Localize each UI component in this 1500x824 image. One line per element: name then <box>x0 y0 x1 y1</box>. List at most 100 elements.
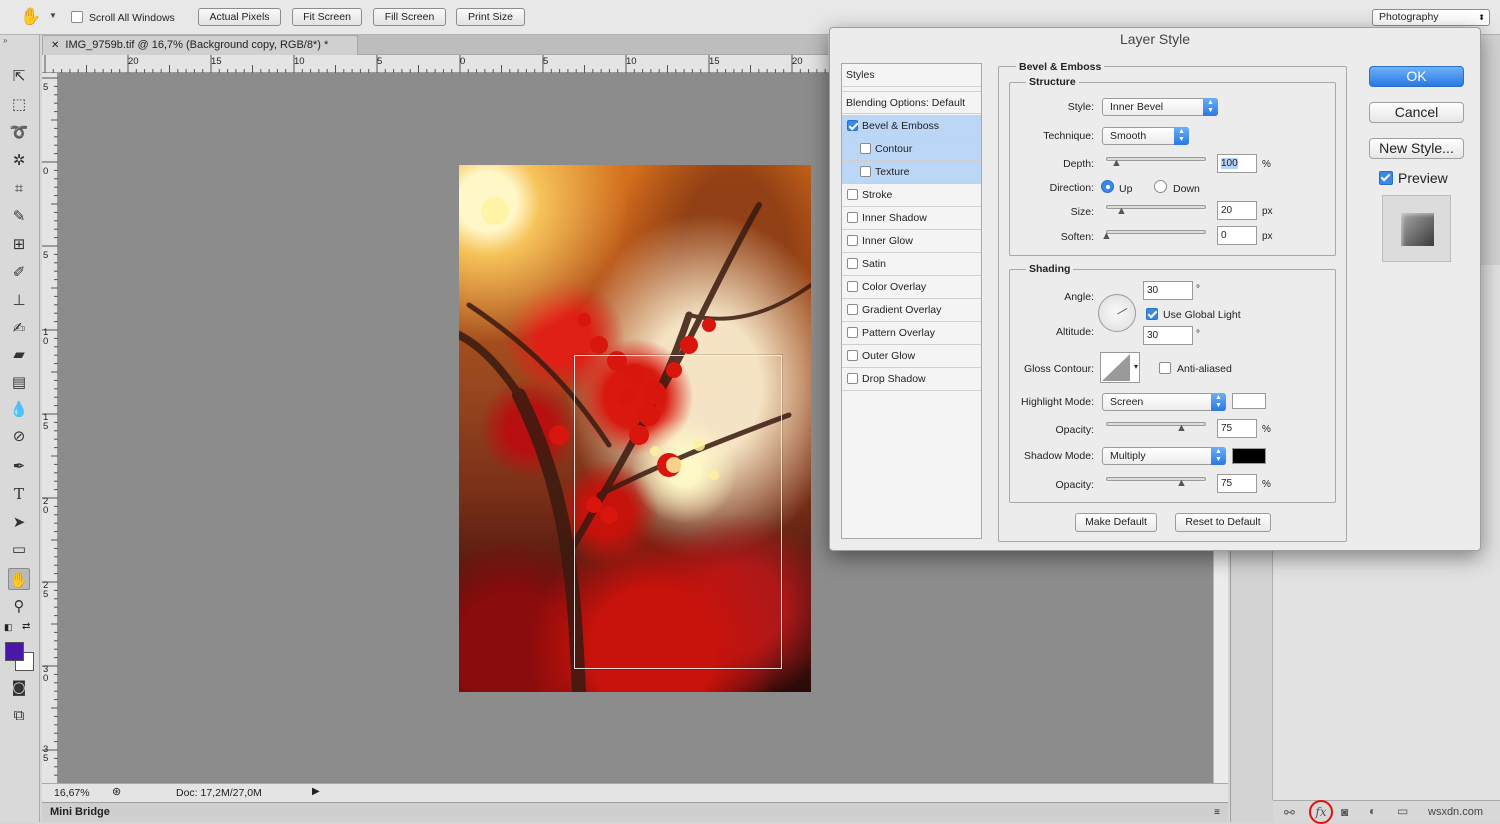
quick-select-icon[interactable]: ✲ <box>8 149 30 171</box>
soften-slider-track[interactable] <box>1106 230 1206 234</box>
hand-icon[interactable]: ✋ <box>8 568 30 590</box>
size-input[interactable]: 20 <box>1217 201 1257 220</box>
close-tab-icon[interactable]: ✕ <box>51 40 59 51</box>
depth-input[interactable]: 100 <box>1217 154 1257 173</box>
transform-selection[interactable] <box>574 355 782 669</box>
default-colors-icon[interactable]: ◧ <box>4 622 13 633</box>
move-icon[interactable]: ⇱ <box>8 65 30 87</box>
depth-slider-thumb[interactable]: ▲ <box>1111 158 1121 168</box>
satin-checkbox[interactable] <box>847 258 858 269</box>
swap-colors-icon[interactable]: ⇄ <box>22 621 30 632</box>
size-slider-thumb[interactable]: ▲ <box>1116 206 1126 216</box>
style-item-texture[interactable]: Texture <box>842 161 981 184</box>
highlight-mode-select[interactable]: Screen▲▼ <box>1102 393 1226 411</box>
soften-input[interactable]: 0 <box>1217 226 1257 245</box>
brush-icon[interactable]: ✐ <box>8 261 30 283</box>
crop-icon[interactable]: ⌗ <box>8 177 30 199</box>
adjustment-layer-icon[interactable]: ◐ <box>1369 804 1376 818</box>
zoom-level[interactable]: 16,67% <box>54 787 90 799</box>
foreground-color-swatch[interactable] <box>5 642 24 661</box>
stamp-icon[interactable]: ⊥ <box>8 289 30 311</box>
marquee-icon[interactable]: ⬚ <box>8 93 30 115</box>
pen-icon[interactable]: ✒ <box>8 455 30 477</box>
shadow-color-swatch[interactable] <box>1232 448 1266 464</box>
lasso-icon[interactable]: ➰ <box>8 121 30 143</box>
style-item-color-overlay[interactable]: Color Overlay <box>842 276 981 299</box>
type-icon[interactable]: T <box>8 483 30 505</box>
drop-shadow-checkbox[interactable] <box>847 373 858 384</box>
dodge-icon[interactable]: ⊘ <box>8 425 30 447</box>
hand-tool-preset-icon[interactable]: ✋ <box>20 7 41 27</box>
make-default-button[interactable]: Make Default <box>1075 513 1157 532</box>
gloss-contour-picker[interactable]: ▾ <box>1100 352 1140 383</box>
angle-input[interactable]: 30 <box>1143 281 1193 300</box>
gradient-icon[interactable]: ▤ <box>8 371 30 393</box>
angle-dial[interactable] <box>1098 294 1136 332</box>
bevel-style-select[interactable]: Inner Bevel▲▼ <box>1102 98 1218 116</box>
anti-aliased-checkbox[interactable] <box>1159 362 1171 374</box>
technique-select[interactable]: Smooth▲▼ <box>1102 127 1189 145</box>
style-item-inner-shadow[interactable]: Inner Shadow <box>842 207 981 230</box>
preview-info-icon[interactable]: ⊛ <box>112 785 121 798</box>
shadow-mode-select[interactable]: Multiply▲▼ <box>1102 447 1226 465</box>
style-item-drop-shadow[interactable]: Drop Shadow <box>842 368 981 391</box>
blur-icon[interactable]: 💧 <box>8 398 30 420</box>
fit-screen-button[interactable]: Fit Screen <box>292 8 362 26</box>
document-tab[interactable]: ✕IMG_9759b.tif @ 16,7% (Background copy,… <box>42 35 358 55</box>
new-group-icon[interactable]: ▭ <box>1397 804 1408 818</box>
panel-collapse-icon[interactable]: » <box>3 36 7 45</box>
quick-mask-icon[interactable]: ◙ <box>8 676 30 698</box>
scroll-all-windows-checkbox[interactable] <box>71 11 83 23</box>
direction-down-radio[interactable] <box>1154 180 1167 193</box>
ok-button[interactable]: OK <box>1369 66 1464 87</box>
cancel-button[interactable]: Cancel <box>1369 102 1464 123</box>
screen-mode-icon[interactable]: ⧉ <box>8 704 30 726</box>
fx-button[interactable]: fx <box>1309 800 1333 824</box>
stroke-checkbox[interactable] <box>847 189 858 200</box>
shape-icon[interactable]: ▭ <box>8 538 30 560</box>
link-layers-icon[interactable]: ⚯ <box>1284 805 1295 821</box>
panel-menu-icon[interactable]: ≡ <box>1214 803 1220 822</box>
blending-options-item[interactable]: Blending Options: Default <box>842 91 981 114</box>
style-item-bevel-emboss[interactable]: Bevel & Emboss <box>842 115 981 138</box>
shadow-opacity-input[interactable]: 75 <box>1217 474 1257 493</box>
altitude-input[interactable]: 30 <box>1143 326 1193 345</box>
healing-icon[interactable]: ⊞ <box>8 233 30 255</box>
highlight-opacity-track[interactable] <box>1106 422 1206 426</box>
history-brush-icon[interactable]: ✍ <box>8 317 30 339</box>
color-overlay-checkbox[interactable] <box>847 281 858 292</box>
soften-slider-thumb[interactable]: ▲ <box>1101 231 1111 241</box>
inner-shadow-checkbox[interactable] <box>847 212 858 223</box>
document-image[interactable] <box>459 165 811 692</box>
direction-up-radio[interactable] <box>1101 180 1114 193</box>
reset-to-default-button[interactable]: Reset to Default <box>1175 513 1271 532</box>
style-item-satin[interactable]: Satin <box>842 253 981 276</box>
style-item-contour[interactable]: Contour <box>842 138 981 161</box>
print-size-button[interactable]: Print Size <box>456 8 525 26</box>
styles-header[interactable]: Styles <box>842 64 981 87</box>
bevel-emboss-checkbox[interactable] <box>847 120 858 131</box>
tool-preset-dropdown-icon[interactable]: ▼ <box>49 11 57 20</box>
path-select-icon[interactable]: ➤ <box>8 511 30 533</box>
gradient-overlay-checkbox[interactable] <box>847 304 858 315</box>
style-item-stroke[interactable]: Stroke <box>842 184 981 207</box>
contour-checkbox[interactable] <box>860 143 871 154</box>
status-menu-arrow-icon[interactable]: ▶ <box>312 786 320 797</box>
highlight-opacity-thumb[interactable]: ▲ <box>1176 423 1186 433</box>
use-global-light-checkbox[interactable] <box>1146 308 1158 320</box>
workspace-select[interactable]: Photography ⬍ <box>1372 9 1490 26</box>
zoom-icon[interactable]: ⚲ <box>8 595 30 617</box>
mini-bridge-panel[interactable]: Mini Bridge ≡ <box>42 802 1228 822</box>
highlight-opacity-input[interactable]: 75 <box>1217 419 1257 438</box>
highlight-color-swatch[interactable] <box>1232 393 1266 409</box>
preview-checkbox[interactable] <box>1379 171 1393 185</box>
style-item-outer-glow[interactable]: Outer Glow <box>842 345 981 368</box>
outer-glow-checkbox[interactable] <box>847 350 858 361</box>
add-mask-icon[interactable]: ◙ <box>1341 805 1348 819</box>
style-item-inner-glow[interactable]: Inner Glow <box>842 230 981 253</box>
fill-screen-button[interactable]: Fill Screen <box>373 8 446 26</box>
shadow-opacity-track[interactable] <box>1106 477 1206 481</box>
eraser-icon[interactable]: ▰ <box>8 343 30 365</box>
new-style-button[interactable]: New Style... <box>1369 138 1464 159</box>
pattern-overlay-checkbox[interactable] <box>847 327 858 338</box>
